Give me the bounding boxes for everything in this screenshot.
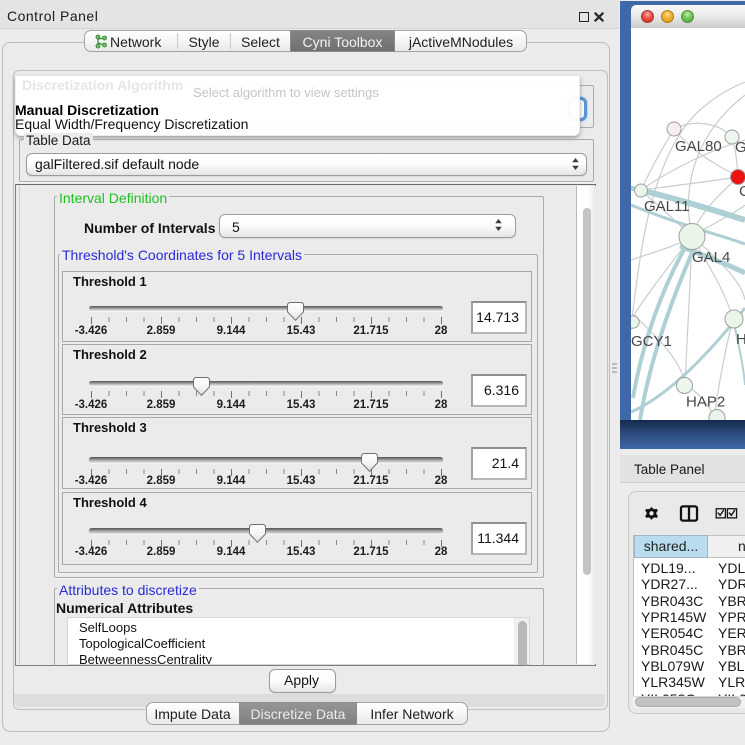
svg-text:GAL4: GAL4 bbox=[692, 249, 730, 266]
svg-text:HAP2: HAP2 bbox=[686, 394, 725, 411]
svg-text:C: C bbox=[739, 183, 745, 200]
svg-text:HI: HI bbox=[736, 331, 745, 348]
svg-text:GAL11: GAL11 bbox=[644, 198, 690, 215]
svg-text:GAL80: GAL80 bbox=[675, 138, 722, 155]
svg-text:GCY1: GCY1 bbox=[631, 333, 672, 350]
svg-text:GA: GA bbox=[735, 139, 745, 156]
